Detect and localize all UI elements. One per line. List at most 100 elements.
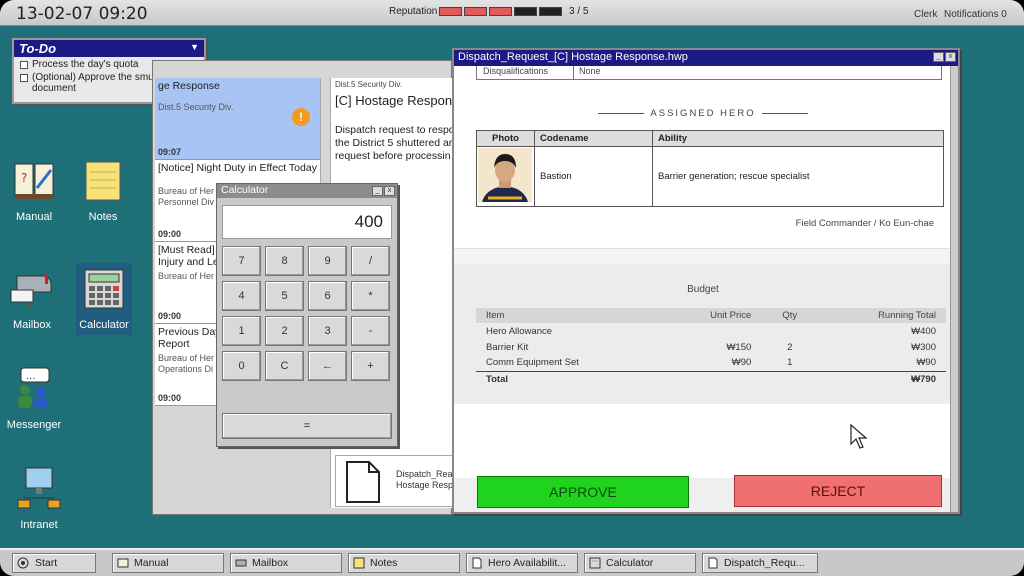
calculator-title: Calculator <box>221 184 269 196</box>
manual-icon: ? <box>14 163 54 199</box>
calc-key-3[interactable]: 3 <box>308 316 347 346</box>
desktop: 13-02-07 09:20 Reputation 3 / 5 Clerk No… <box>0 0 1024 576</box>
calc-key-0[interactable]: 0 <box>222 351 261 381</box>
reject-button[interactable]: REJECT <box>734 475 942 507</box>
budget-running-total: ₩400 <box>911 325 936 337</box>
todo-title-bar[interactable]: To-Do ▼ <box>14 40 204 57</box>
desktop-icon-intranet[interactable]: Intranet <box>11 466 67 531</box>
calc-key-8[interactable]: 8 <box>265 246 304 276</box>
notes-icon <box>85 161 121 201</box>
section-divider <box>454 248 952 264</box>
messenger-icon: ... <box>18 367 50 408</box>
desktop-icon-messenger[interactable]: ... Messenger <box>6 366 62 431</box>
checkbox[interactable] <box>20 61 28 69</box>
dropdown-arrow-icon[interactable]: ▼ <box>190 42 199 52</box>
document-icon <box>346 461 380 503</box>
checkbox[interactable] <box>20 74 28 82</box>
notifications-count[interactable]: Notifications 0 <box>944 9 1007 20</box>
calculator-keypad: 7 8 9 / 4 5 6 * 1 2 3 - 0 C ← + <box>222 246 394 381</box>
table-row: Hero Allowance ₩400 <box>476 323 946 339</box>
attachment-name-line: Hostage Resp <box>396 480 454 490</box>
desktop-icon-manual[interactable]: ? Manual <box>6 158 62 223</box>
column-header: Photo <box>476 130 535 147</box>
budget-item: Barrier Kit <box>486 341 529 353</box>
document-icon <box>708 557 718 569</box>
calc-key-divide[interactable]: / <box>351 246 390 276</box>
mail-body-line: Dispatch request to respo <box>335 124 455 136</box>
desktop-icon-mailbox[interactable]: Mailbox <box>4 266 60 331</box>
desktop-icon-label: Messenger <box>6 419 62 431</box>
taskbar-item-notes[interactable]: Notes <box>348 553 460 573</box>
calc-key-7[interactable]: 7 <box>222 246 261 276</box>
mail-time: 09:07 <box>158 147 182 157</box>
desktop-icon-label: Notes <box>88 211 118 223</box>
calc-key-multiply[interactable]: * <box>351 281 390 311</box>
column-header: Ability <box>652 130 944 147</box>
calc-key-9[interactable]: 9 <box>308 246 347 276</box>
minimize-button[interactable]: _ <box>933 52 944 62</box>
hero-codename: Bastion <box>534 146 653 207</box>
calculator-icon <box>589 557 601 569</box>
start-button[interactable]: Start <box>12 553 96 573</box>
assigned-hero-header: ASSIGNED HERO <box>454 108 952 119</box>
minimize-button[interactable]: _ <box>372 186 383 196</box>
taskbar-item-label: Notes <box>370 557 398 569</box>
taskbar-item-hero-availability[interactable]: Hero Availabilit... <box>466 553 578 573</box>
taskbar-item-dispatch-request[interactable]: Dispatch_Requ... <box>702 553 818 573</box>
calc-key-6[interactable]: 6 <box>308 281 347 311</box>
taskbar-item-label: Dispatch_Requ... <box>724 557 805 569</box>
desktop-icon-label: Manual <box>15 211 53 223</box>
approve-button[interactable]: APPROVE <box>477 476 689 508</box>
reputation-segment <box>489 7 512 16</box>
manual-icon <box>117 558 129 568</box>
calculator-icon <box>84 269 124 309</box>
scrollbar[interactable] <box>950 66 958 512</box>
todo-title: To-Do <box>19 41 57 56</box>
calculator-title-bar[interactable]: Calculator _ x <box>217 184 397 198</box>
taskbar-item-mailbox[interactable]: Mailbox <box>230 553 342 573</box>
reputation-meter <box>439 7 562 16</box>
dispatch-title: Dispatch_Request_[C] Hostage Response.hw… <box>458 51 688 63</box>
attachment-name: Dispatch_Rea Hostage Resp <box>396 469 453 491</box>
taskbar-item-calculator[interactable]: Calculator <box>584 553 696 573</box>
taskbar-item-label: Manual <box>134 557 169 569</box>
calc-key-minus[interactable]: - <box>351 316 390 346</box>
calc-key-equals[interactable]: = <box>222 413 392 439</box>
calc-key-4[interactable]: 4 <box>222 281 261 311</box>
close-button[interactable]: x <box>945 52 956 62</box>
dispatch-title-bar[interactable]: Dispatch_Request_[C] Hostage Response.hw… <box>454 50 958 66</box>
calc-key-backspace[interactable]: ← <box>308 351 347 381</box>
notes-icon <box>353 557 365 569</box>
column-header: Qty <box>761 308 819 323</box>
budget-running-total: ₩90 <box>916 357 936 369</box>
mail-attachment[interactable]: Dispatch_Rea Hostage Resp <box>335 455 460 507</box>
taskbar-item-label: Mailbox <box>252 557 289 569</box>
budget-qty: 2 <box>787 341 793 353</box>
column-header: Codename <box>534 130 653 147</box>
mail-subject: ge Response <box>158 80 220 92</box>
calc-key-5[interactable]: 5 <box>265 281 304 311</box>
disqualifications-row: Disqualifications None <box>476 66 942 80</box>
calc-key-clear[interactable]: C <box>265 351 304 381</box>
total-value: ₩790 <box>818 370 946 387</box>
field-commander: Field Commander / Ko Eun-chae <box>795 218 934 229</box>
reputation-label: Reputation <box>389 6 438 17</box>
desktop-icon-calculator[interactable]: Calculator <box>76 263 132 335</box>
column-header: Item <box>476 308 662 323</box>
budget-section: Budget Item Unit Price Qty Running Total… <box>454 264 952 404</box>
hero-portrait <box>478 148 532 202</box>
calc-key-plus[interactable]: + <box>351 351 390 381</box>
budget-title: Budget <box>687 284 719 295</box>
calc-key-2[interactable]: 2 <box>265 316 304 346</box>
attachment-name-line: Dispatch_Rea <box>396 469 453 479</box>
calc-key-1[interactable]: 1 <box>222 316 261 346</box>
reputation-segment <box>439 7 462 16</box>
mail-item[interactable]: ge Response Dist.5 Security Div. ! 09:07 <box>155 78 320 160</box>
hero-photo-cell <box>476 146 535 207</box>
close-button[interactable]: x <box>384 186 395 196</box>
desktop-icon-notes[interactable]: Notes <box>75 158 131 223</box>
hero-ability: Barrier generation; rescue specialist <box>652 146 944 207</box>
document-icon <box>472 557 482 569</box>
reputation-segment <box>464 7 487 16</box>
taskbar-item-manual[interactable]: Manual <box>112 553 224 573</box>
